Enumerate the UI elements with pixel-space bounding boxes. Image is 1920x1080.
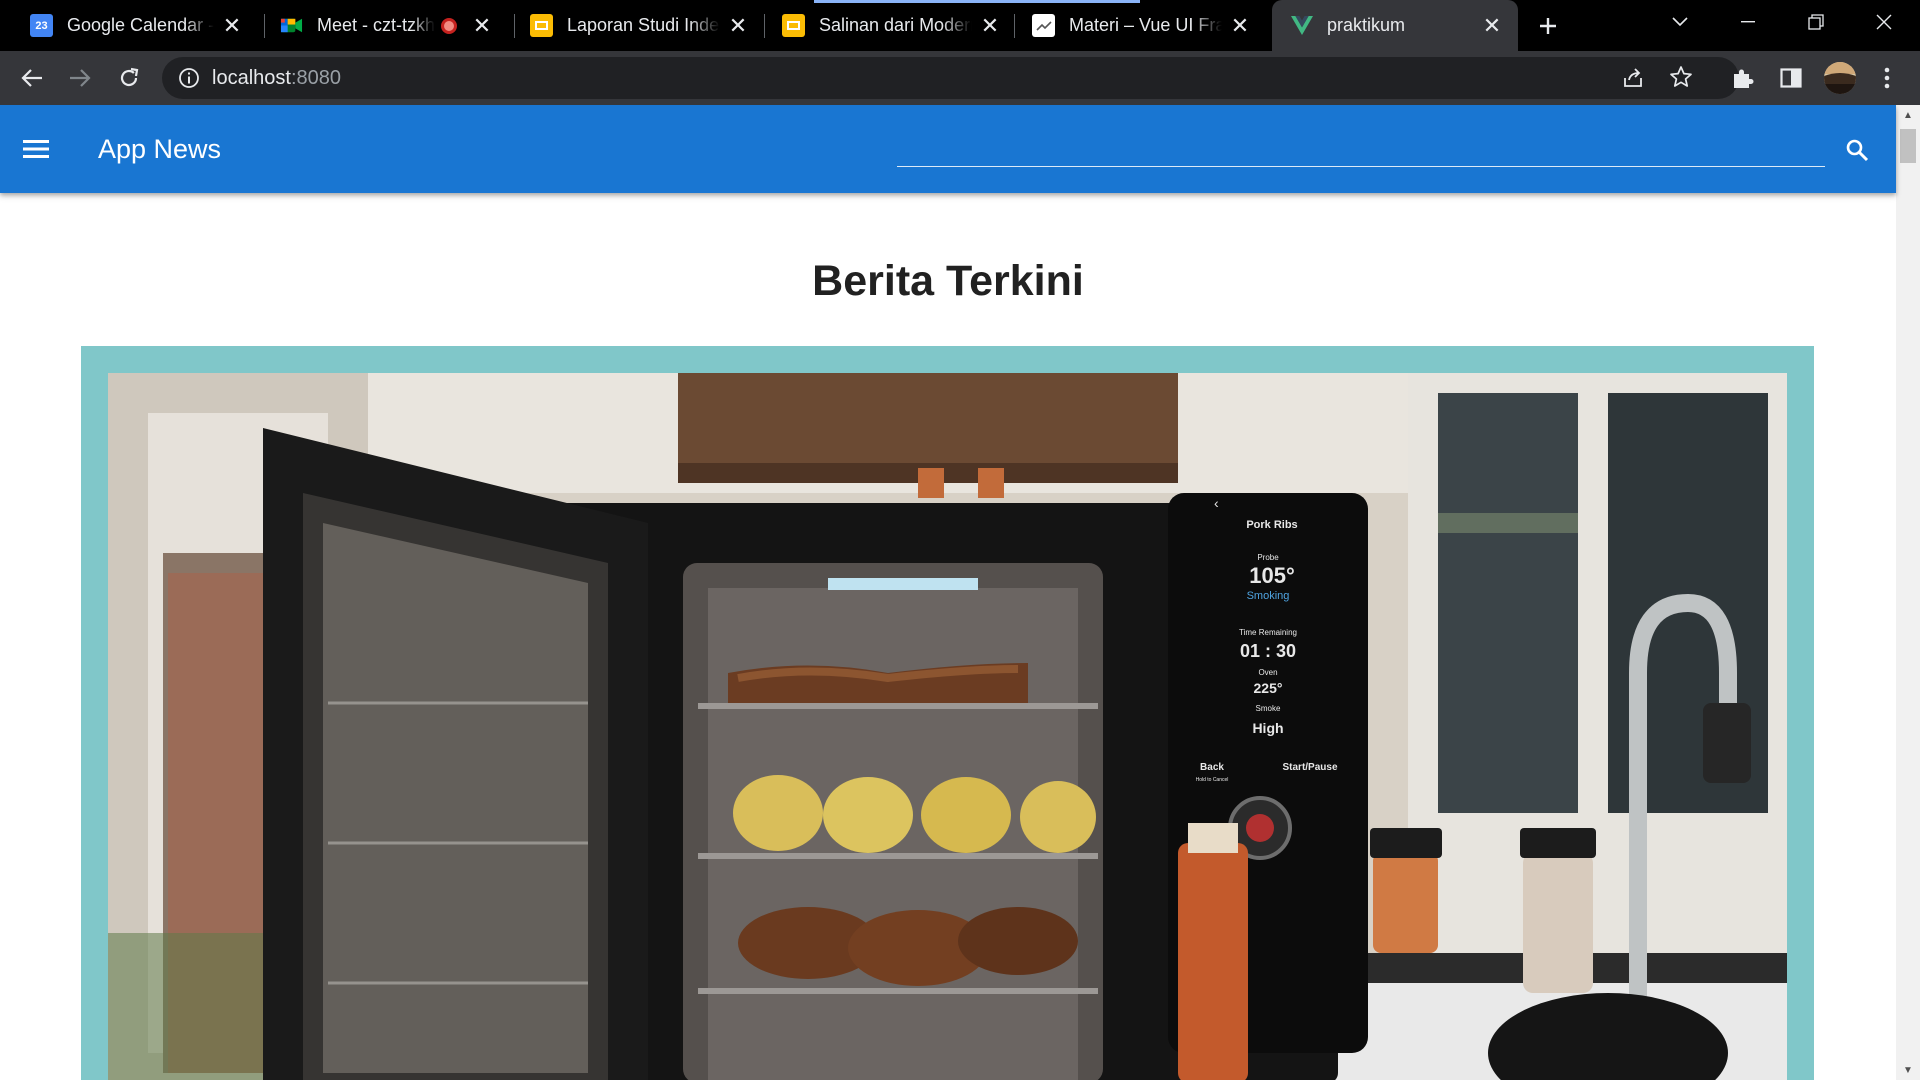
hamburger-menu-icon[interactable] (18, 131, 54, 167)
panel-smoke-value: High (1252, 720, 1283, 736)
panel-oven-label: Oven (1258, 668, 1277, 677)
close-tab-icon[interactable]: ✕ (726, 13, 750, 38)
url-host: localhost (212, 67, 291, 89)
google-slides-icon (782, 14, 805, 37)
tab-title: Google Calendar - W (67, 15, 214, 35)
site-info-icon[interactable] (178, 67, 200, 94)
panel-time-label: Time Remaining (1239, 628, 1297, 637)
news-featured-image[interactable]: Pork Ribs Probe 105° Smoking Time Remain… (108, 373, 1787, 1080)
vue-logo-icon (1290, 14, 1313, 37)
search-field[interactable] (897, 135, 1825, 167)
tab-praktikum[interactable]: praktikum ✕ (1272, 0, 1518, 51)
extensions-puzzle-icon[interactable] (1726, 61, 1760, 95)
url-port: :8080 (290, 67, 341, 89)
document-page-icon (1032, 14, 1055, 37)
address-url[interactable]: localhost:8080 (212, 57, 341, 99)
tab-loading-bar (814, 0, 1140, 3)
panel-back-hint: Hold to Cancel (1196, 777, 1229, 783)
browser-tab-strip: 23 Google Calendar - W ✕ Meet - czt-tzkh… (0, 0, 1920, 51)
google-calendar-icon: 23 (30, 14, 53, 37)
recording-indicator-icon (441, 17, 457, 34)
tab-title: praktikum (1327, 15, 1406, 35)
page-title: Berita Terkini (812, 257, 1084, 305)
google-meet-icon (280, 14, 303, 37)
scroll-down-arrow-icon[interactable]: ▼ (1896, 1060, 1920, 1080)
panel-probe-label: Probe (1257, 553, 1279, 562)
google-slides-icon (530, 14, 553, 37)
tab-title: Materi – Vue UI Fra (1069, 15, 1222, 35)
page-scrollbar[interactable]: ▲ ▼ (1896, 105, 1920, 1080)
app-title: App News (98, 134, 222, 164)
tab-google-calendar[interactable]: 23 Google Calendar - W ✕ (0, 0, 258, 51)
tab-title: Salinan dari Modern (819, 15, 972, 35)
close-tab-icon[interactable]: ✕ (978, 13, 1002, 38)
smoker-oven-photo: Pork Ribs Probe 105° Smoking Time Remain… (108, 373, 1787, 1080)
panel-program: Pork Ribs (1246, 519, 1297, 531)
restore-window-icon[interactable] (1786, 0, 1846, 44)
tab-title: Laporan Studi Indep (567, 15, 720, 35)
tab-search-chevron-down-icon[interactable] (1650, 0, 1710, 44)
tab-salinan-modern[interactable]: Salinan dari Modern ✕ (752, 0, 1016, 51)
browser-toolbar: localhost:8080 (0, 51, 1920, 105)
panel-probe-status: Smoking (1247, 590, 1290, 602)
tab-laporan-studi[interactable]: Laporan Studi Indep ✕ (500, 0, 764, 51)
close-tab-icon[interactable]: ✕ (1228, 13, 1252, 38)
close-tab-icon[interactable]: ✕ (220, 13, 244, 38)
close-tab-icon[interactable]: ✕ (470, 13, 494, 38)
tab-google-meet[interactable]: Meet - czt-tzkh ✕ (250, 0, 508, 51)
close-window-icon[interactable] (1854, 0, 1914, 44)
new-tab-button[interactable] (1530, 10, 1566, 42)
panel-back-label: Back (1200, 762, 1224, 773)
share-icon[interactable] (1621, 66, 1645, 95)
minimize-window-icon[interactable] (1718, 0, 1778, 44)
scrollbar-thumb[interactable] (1900, 129, 1916, 163)
browser-menu-kebab-icon[interactable] (1870, 61, 1904, 95)
close-tab-icon[interactable]: ✕ (1480, 13, 1504, 38)
side-panel-icon[interactable] (1774, 61, 1808, 95)
profile-avatar[interactable] (1822, 60, 1858, 96)
panel-oven-value: 225° (1254, 680, 1283, 696)
panel-probe-value: 105° (1249, 563, 1295, 588)
svg-text:‹: ‹ (1214, 495, 1219, 511)
search-input[interactable] (897, 135, 1825, 165)
panel-time-value: 01 : 30 (1240, 641, 1296, 661)
address-bar[interactable]: localhost:8080 (162, 57, 1739, 99)
panel-smoke-label: Smoke (1256, 704, 1281, 713)
bookmark-star-icon[interactable] (1669, 65, 1693, 94)
reload-icon[interactable] (112, 61, 146, 95)
panel-start-label: Start/Pause (1282, 762, 1337, 773)
tab-title: Meet - czt-tzkh (317, 15, 435, 35)
news-card[interactable]: Pork Ribs Probe 105° Smoking Time Remain… (81, 346, 1814, 1080)
tab-materi-vue[interactable]: Materi – Vue UI Fra ✕ (1002, 0, 1266, 51)
forward-arrow-icon[interactable] (63, 61, 97, 95)
app-bar: App News (0, 105, 1896, 193)
search-icon[interactable] (1840, 133, 1874, 167)
scroll-up-arrow-icon[interactable]: ▲ (1896, 105, 1920, 125)
back-arrow-icon[interactable] (15, 61, 49, 95)
page-viewport: App News Berita Terkini Pork Ribs Probe … (0, 105, 1920, 1080)
